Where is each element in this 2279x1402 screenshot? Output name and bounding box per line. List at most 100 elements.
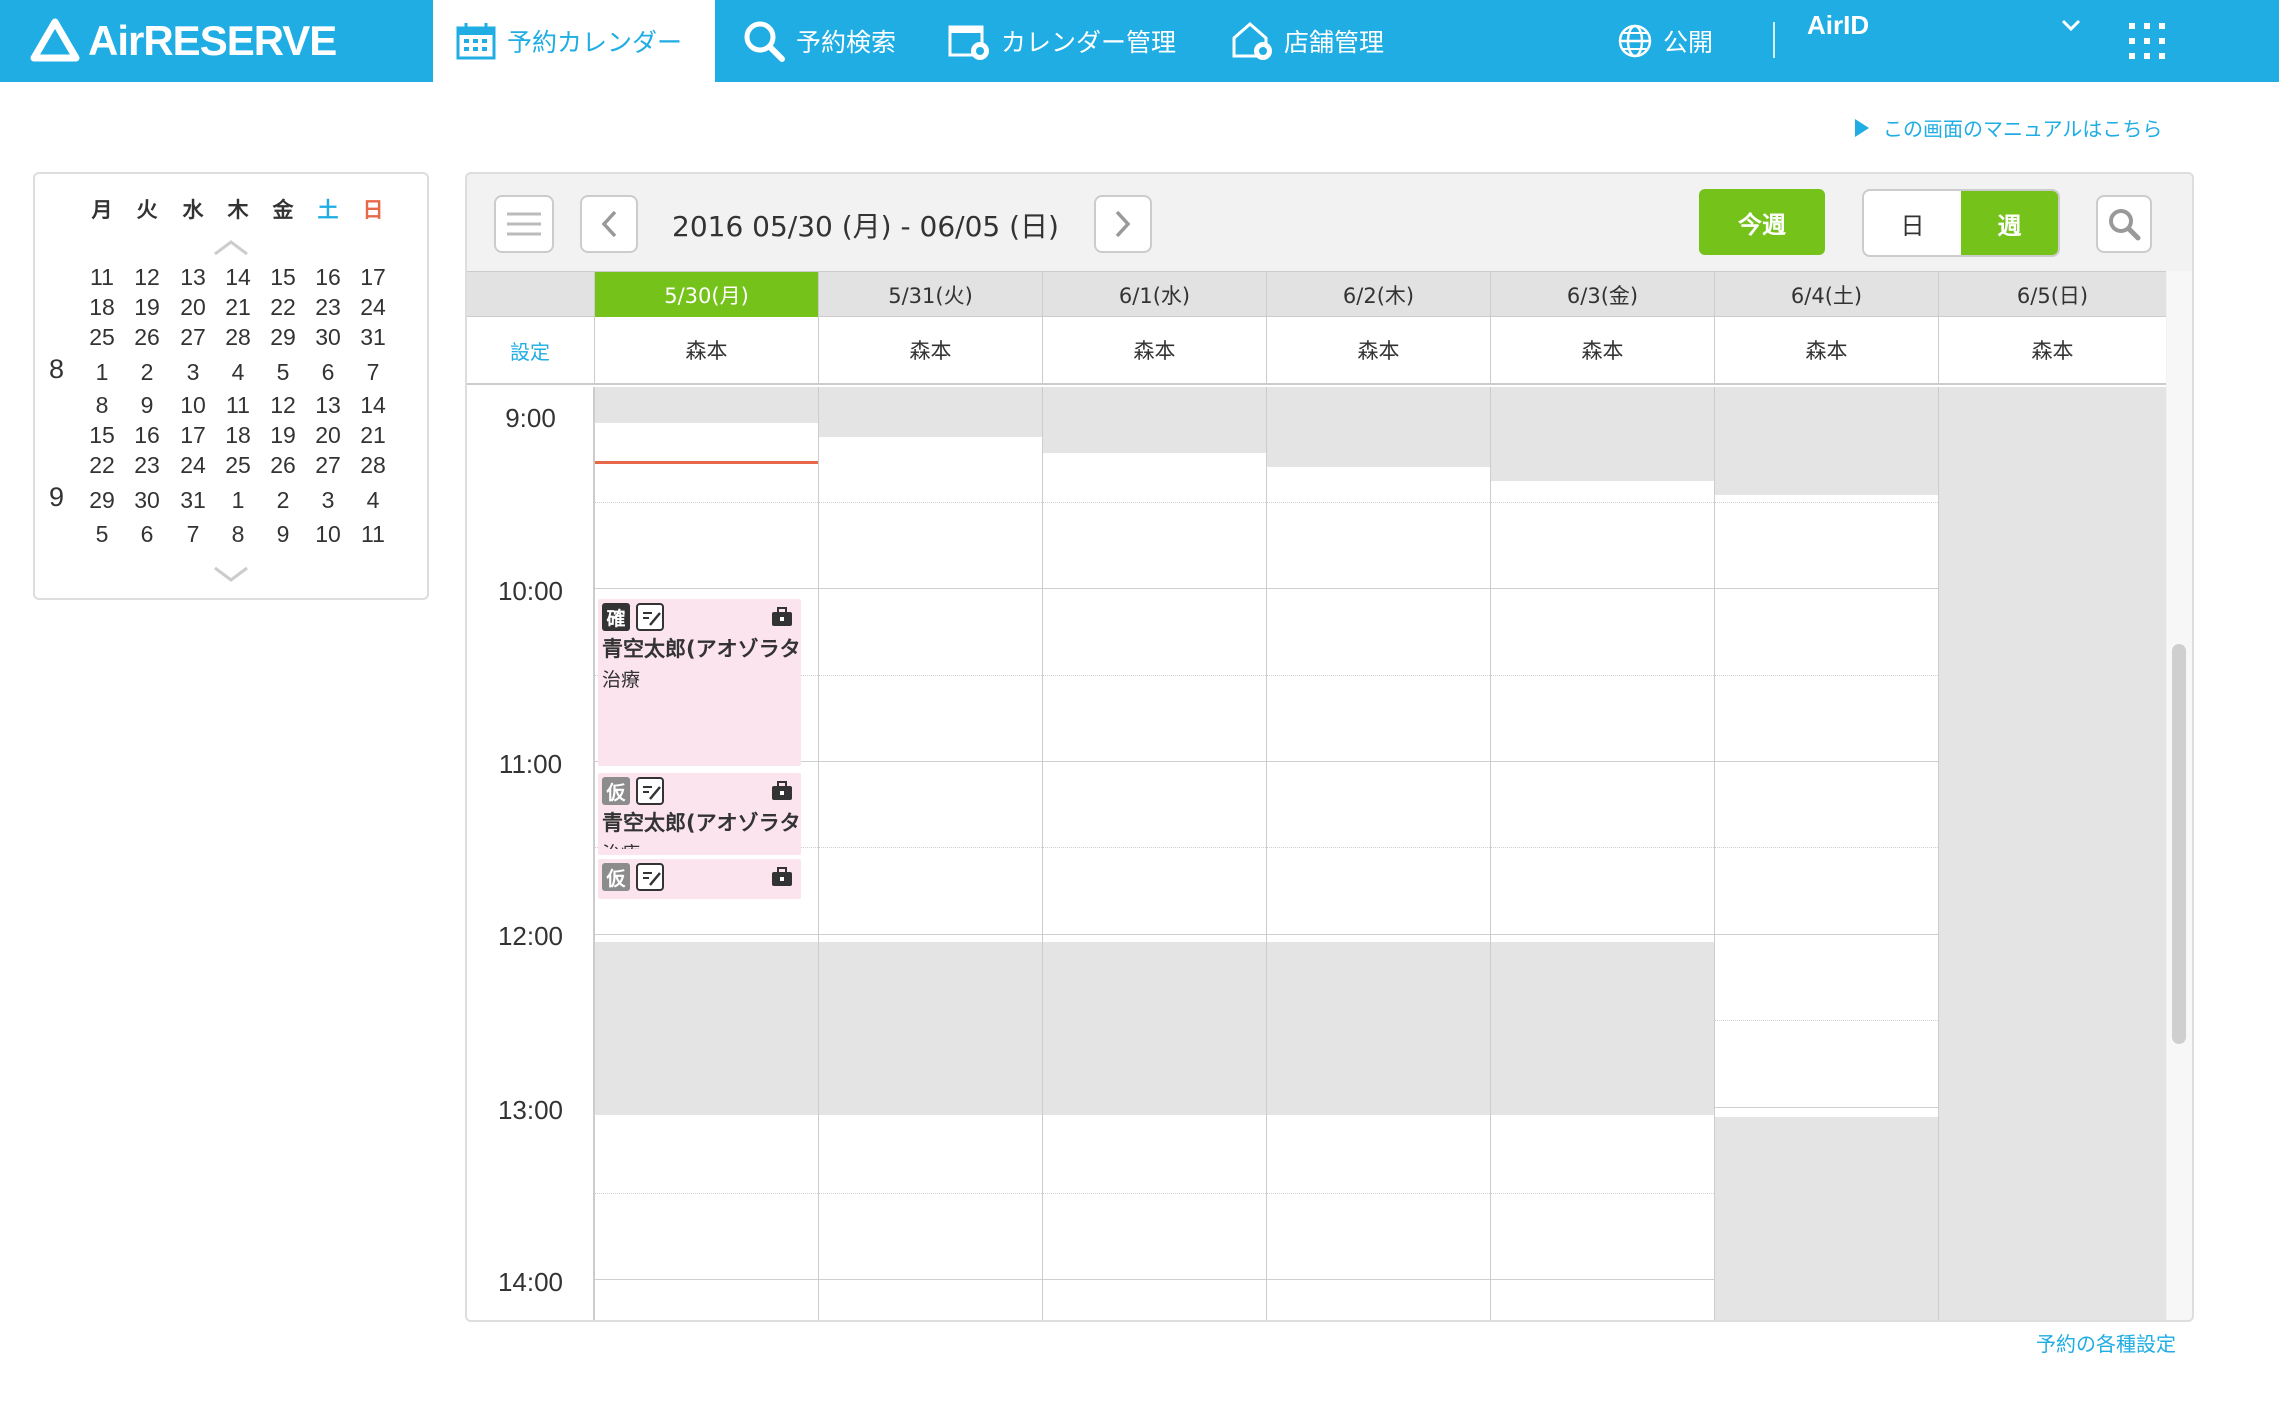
mini-calendar-day[interactable]: 21 (218, 294, 258, 321)
day-column-sun[interactable] (1938, 387, 2166, 1320)
mini-calendar-day[interactable]: 4 (218, 359, 258, 386)
mini-calendar-day[interactable]: 22 (263, 294, 303, 321)
mini-calendar-day[interactable]: 5 (82, 521, 122, 548)
mini-calendar-day[interactable]: 30 (127, 487, 167, 514)
mini-calendar-day[interactable]: 24 (173, 452, 213, 479)
mini-calendar-day[interactable]: 11 (353, 521, 393, 548)
column-header[interactable]: 6/3(金) (1490, 272, 1714, 318)
mini-calendar-day[interactable]: 10 (173, 392, 213, 419)
mini-calendar-day[interactable]: 22 (82, 452, 122, 479)
mini-calendar-day[interactable]: 15 (263, 264, 303, 291)
nav-calendar-management[interactable]: カレンダー管理 (925, 0, 1198, 82)
mini-calendar-day[interactable]: 19 (263, 422, 303, 449)
mini-calendar-day[interactable]: 31 (173, 487, 213, 514)
next-week-button[interactable] (1094, 195, 1152, 253)
day-column-mon[interactable]: 確 青空太郎(アオゾラタ 治療 仮 青空太郎(アオゾラタ 治療 仮 (594, 387, 818, 1320)
mini-calendar-day[interactable]: 5 (263, 359, 303, 386)
mini-calendar-day[interactable]: 25 (218, 452, 258, 479)
mini-calendar-day[interactable]: 2 (263, 487, 303, 514)
nav-reservation-search[interactable]: 予約検索 (720, 0, 918, 82)
mini-calendar-day[interactable]: 9 (263, 521, 303, 548)
mini-calendar-day[interactable]: 13 (308, 392, 348, 419)
mini-calendar-day[interactable]: 16 (308, 264, 348, 291)
prev-week-button[interactable] (580, 195, 638, 253)
mini-calendar-day[interactable]: 12 (263, 392, 303, 419)
mini-calendar-day[interactable]: 15 (82, 422, 122, 449)
scrollbar-thumb[interactable] (2172, 644, 2186, 1044)
mini-calendar-day[interactable]: 27 (173, 324, 213, 351)
column-header[interactable]: 6/2(木) (1266, 272, 1490, 318)
mini-calendar-day[interactable]: 18 (218, 422, 258, 449)
mini-calendar-day[interactable]: 11 (82, 264, 122, 291)
mini-calendar-day[interactable]: 29 (82, 487, 122, 514)
mini-calendar-day[interactable]: 17 (353, 264, 393, 291)
mini-calendar-day[interactable]: 13 (173, 264, 213, 291)
mini-calendar-day[interactable]: 31 (353, 324, 393, 351)
nav-shop-management[interactable]: 店舗管理 (1208, 0, 1406, 82)
reservation-card[interactable]: 確 青空太郎(アオゾラタ 治療 (598, 599, 801, 766)
mini-calendar-day[interactable]: 23 (308, 294, 348, 321)
nav-reservation-calendar[interactable]: 予約カレンダー (433, 0, 715, 82)
mini-calendar-day[interactable]: 26 (263, 452, 303, 479)
mini-calendar-day[interactable]: 8 (218, 521, 258, 548)
chevron-down-icon[interactable] (2060, 18, 2082, 34)
day-column-wed[interactable] (1042, 387, 1266, 1320)
mini-calendar-day[interactable]: 18 (82, 294, 122, 321)
day-column-tue[interactable] (818, 387, 1042, 1320)
menu-button[interactable] (494, 195, 554, 253)
mini-calendar-day[interactable]: 6 (308, 359, 348, 386)
mini-calendar-day[interactable]: 4 (353, 487, 393, 514)
mini-calendar-day[interactable]: 3 (308, 487, 348, 514)
mini-calendar-day[interactable]: 1 (82, 359, 122, 386)
mini-calendar-day[interactable]: 6 (127, 521, 167, 548)
mini-calendar-day[interactable]: 7 (353, 359, 393, 386)
mini-calendar-day[interactable]: 11 (218, 392, 258, 419)
mini-calendar-day[interactable]: 25 (82, 324, 122, 351)
day-column-thu[interactable] (1266, 387, 1490, 1320)
day-column-sat[interactable] (1714, 387, 1938, 1320)
mini-calendar-day[interactable]: 20 (173, 294, 213, 321)
mini-calendar-day[interactable]: 14 (353, 392, 393, 419)
mini-calendar-day[interactable]: 28 (218, 324, 258, 351)
mini-calendar-day[interactable]: 21 (353, 422, 393, 449)
column-header[interactable]: 6/4(土) (1714, 272, 1938, 318)
mini-calendar-day[interactable]: 20 (308, 422, 348, 449)
mini-calendar-day[interactable]: 2 (127, 359, 167, 386)
reservation-card[interactable]: 仮 (598, 859, 801, 899)
chevron-down-icon[interactable] (211, 564, 251, 584)
column-header[interactable]: 6/1(水) (1042, 272, 1266, 318)
airid-account-menu[interactable]: AirID (1807, 10, 1869, 41)
mini-calendar-day[interactable]: 29 (263, 324, 303, 351)
mini-calendar-day[interactable]: 10 (308, 521, 348, 548)
nav-public[interactable]: 公開 (1595, 0, 1735, 82)
mini-calendar-day[interactable]: 24 (353, 294, 393, 321)
airreserve-logo[interactable]: AirRESERVE (30, 16, 337, 66)
this-week-button[interactable]: 今週 (1699, 189, 1825, 255)
settings-link[interactable]: 設定 (467, 317, 593, 383)
day-view-button[interactable]: 日 (1864, 191, 1961, 255)
mini-calendar-day[interactable]: 17 (173, 422, 213, 449)
mini-calendar-day[interactable]: 3 (173, 359, 213, 386)
mini-calendar-day[interactable]: 8 (82, 392, 122, 419)
mini-calendar-day[interactable]: 12 (127, 264, 167, 291)
mini-calendar-day[interactable]: 23 (127, 452, 167, 479)
mini-calendar-day[interactable]: 19 (127, 294, 167, 321)
reservation-card[interactable]: 仮 青空太郎(アオゾラタ 治療 (598, 773, 801, 855)
search-button[interactable] (2096, 195, 2152, 253)
chevron-up-icon[interactable] (211, 238, 251, 258)
column-header[interactable]: 5/31(火) (818, 272, 1042, 318)
column-header-today[interactable]: 5/30(月) (594, 272, 818, 318)
week-view-button[interactable]: 週 (1961, 191, 2058, 255)
reservation-settings-link[interactable]: 予約の各種設定 (2036, 1328, 2176, 1357)
mini-calendar-day[interactable]: 1 (218, 487, 258, 514)
mini-calendar-day[interactable]: 30 (308, 324, 348, 351)
app-grid-icon[interactable] (2128, 22, 2166, 60)
mini-calendar-day[interactable]: 27 (308, 452, 348, 479)
mini-calendar-day[interactable]: 7 (173, 521, 213, 548)
column-header[interactable]: 6/5(日) (1938, 272, 2166, 318)
mini-calendar-day[interactable]: 28 (353, 452, 393, 479)
mini-calendar-day[interactable]: 16 (127, 422, 167, 449)
mini-calendar-day[interactable]: 9 (127, 392, 167, 419)
mini-calendar-day[interactable]: 14 (218, 264, 258, 291)
day-column-fri[interactable] (1490, 387, 1714, 1320)
